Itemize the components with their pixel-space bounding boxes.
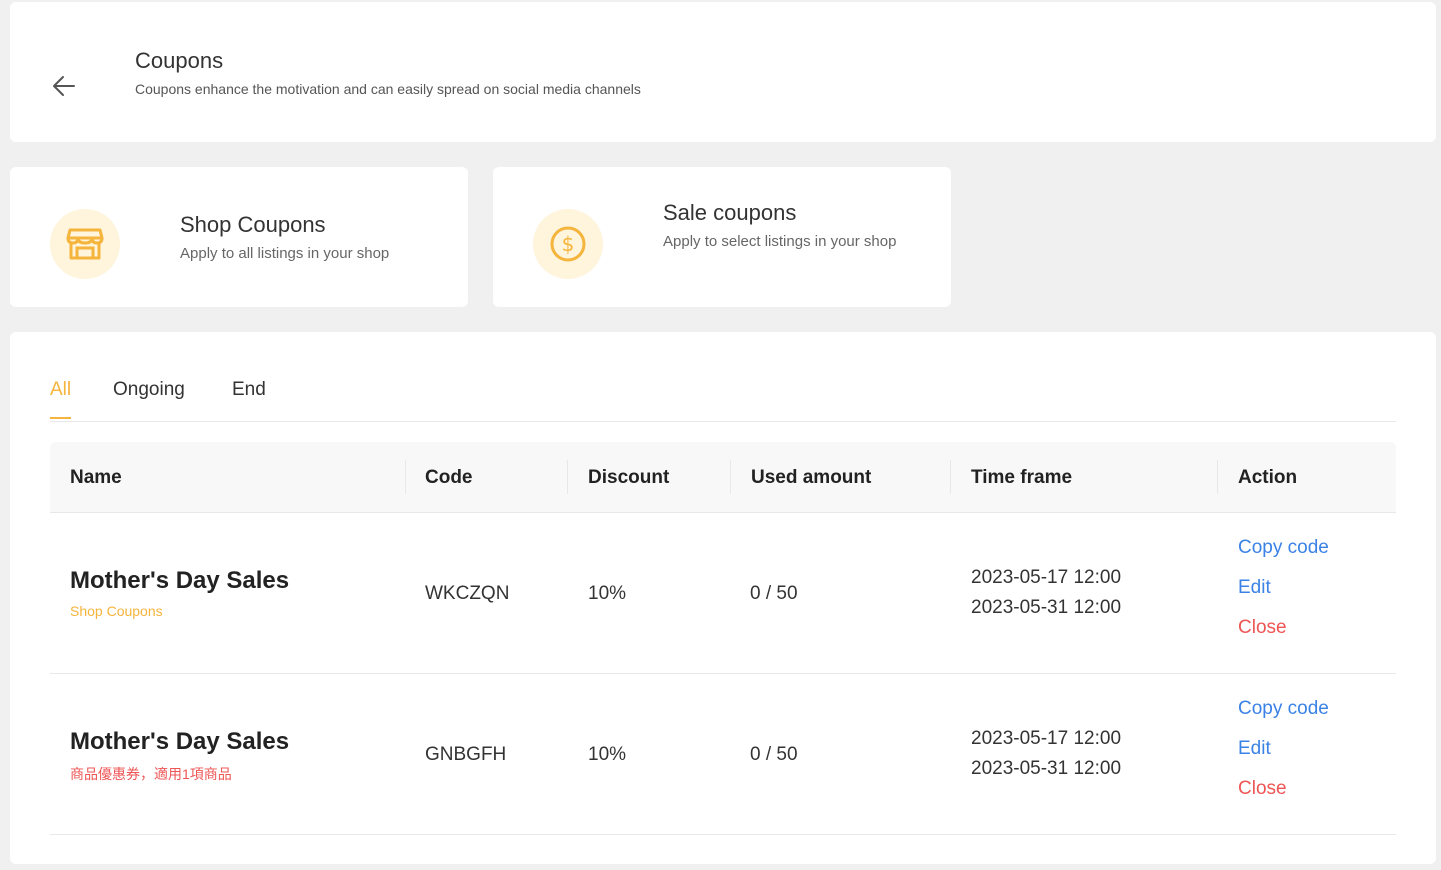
- time-frame-end: 2023-05-31 12:00: [971, 758, 1122, 779]
- column-divider: [1217, 460, 1218, 494]
- coupon-discount: 10%: [588, 583, 627, 604]
- time-frame-start: 2023-05-17 12:00: [971, 728, 1122, 749]
- sale-coupons-card[interactable]: $ Sale coupons Apply to select listings …: [493, 167, 951, 307]
- column-header-time-frame: Time frame: [971, 467, 1073, 488]
- coupon-type-tag: Shop Coupons: [70, 603, 163, 619]
- column-divider: [950, 460, 951, 494]
- sale-coupons-title: Sale coupons: [663, 200, 797, 225]
- close-coupon-link[interactable]: Close: [1238, 778, 1287, 800]
- svg-text:$: $: [562, 232, 575, 256]
- coupon-code: WKCZQN: [425, 583, 510, 604]
- column-header-used-amount: Used amount: [751, 467, 872, 488]
- coupon-discount: 10%: [588, 744, 627, 765]
- time-frame-end: 2023-05-31 12:00: [971, 597, 1122, 618]
- edit-link[interactable]: Edit: [1238, 738, 1271, 760]
- column-header-code: Code: [425, 467, 473, 488]
- column-divider: [405, 460, 406, 494]
- table-row: Mother's Day Sales Shop Coupons WKCZQN 1…: [50, 513, 1396, 674]
- close-coupon-link[interactable]: Close: [1238, 617, 1287, 639]
- sale-coupons-description: Apply to select listings in your shop: [663, 233, 897, 250]
- dollar-coin-icon: $: [533, 209, 603, 279]
- column-header-discount: Discount: [588, 467, 670, 488]
- shop-coupons-card[interactable]: Shop Coupons Apply to all listings in yo…: [10, 167, 468, 307]
- tab-bar: All Ongoing End: [50, 368, 1396, 422]
- coupon-table: Name Code Discount Used amount Time fram…: [50, 442, 1396, 835]
- coupon-used-amount: 0 / 50: [750, 744, 798, 765]
- tab-ongoing[interactable]: Ongoing: [113, 379, 185, 417]
- page-header: Coupons Coupons enhance the motivation a…: [10, 2, 1436, 142]
- store-icon: [50, 209, 120, 279]
- time-frame-start: 2023-05-17 12:00: [971, 567, 1122, 588]
- column-header-name: Name: [70, 467, 122, 488]
- edit-link[interactable]: Edit: [1238, 577, 1271, 599]
- coupon-list-panel: All Ongoing End Name Code Discount Used …: [10, 332, 1436, 864]
- page-subtitle: Coupons enhance the motivation and can e…: [135, 81, 641, 97]
- column-divider: [730, 460, 731, 494]
- tab-all[interactable]: All: [50, 379, 72, 419]
- copy-code-link[interactable]: Copy code: [1238, 537, 1329, 559]
- coupon-used-amount: 0 / 50: [750, 583, 798, 604]
- coupon-type-tag: 商品優惠券，適用1項商品: [70, 766, 232, 782]
- coupon-name: Mother's Day Sales: [70, 728, 290, 755]
- table-row: Mother's Day Sales 商品優惠券，適用1項商品 GNBGFH 1…: [50, 674, 1396, 835]
- copy-code-link[interactable]: Copy code: [1238, 698, 1329, 720]
- shop-coupons-title: Shop Coupons: [180, 212, 326, 237]
- table-header: Name Code Discount Used amount Time fram…: [50, 442, 1396, 513]
- page-title: Coupons: [135, 48, 224, 73]
- tab-end[interactable]: End: [232, 379, 266, 417]
- column-header-action: Action: [1238, 467, 1298, 488]
- column-divider: [567, 460, 568, 494]
- shop-coupons-description: Apply to all listings in your shop: [180, 245, 390, 262]
- coupon-name: Mother's Day Sales: [70, 567, 290, 594]
- coupon-code: GNBGFH: [425, 744, 507, 765]
- back-arrow-icon[interactable]: [50, 72, 78, 100]
